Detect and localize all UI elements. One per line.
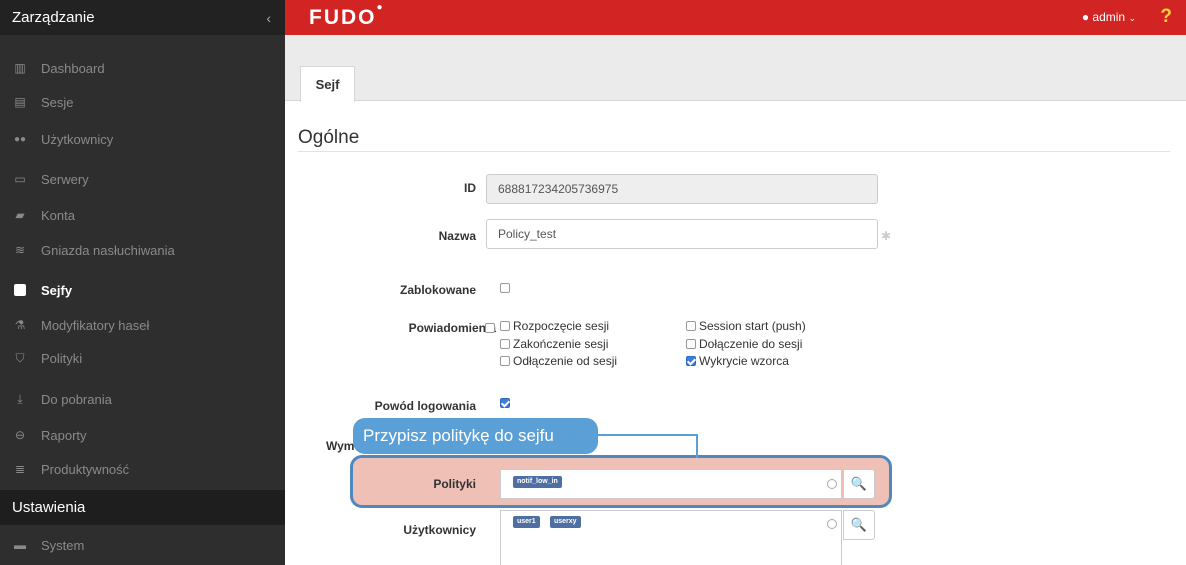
users-select[interactable]: user1 userxy <box>500 510 842 565</box>
downloads-icon: ⤓ <box>17 391 23 406</box>
dashboard-icon: ▥ <box>14 61 26 75</box>
notifications-label: Powiadomienia <box>408 321 496 335</box>
safes-icon <box>13 283 27 297</box>
folder-icon: ▬ <box>14 538 26 552</box>
notif-session-end[interactable]: Zakończenie sesji <box>500 337 608 351</box>
notif-session-join-checkbox[interactable] <box>686 339 696 349</box>
callout-connector <box>598 434 698 458</box>
sidebar-item-policies[interactable]: ⛉ Polityki <box>0 341 285 375</box>
name-input[interactable]: Policy_test <box>486 219 878 249</box>
notif-pattern-detected-checkbox[interactable] <box>686 356 696 366</box>
productivity-icon: ≣ <box>14 462 26 476</box>
sidebar-item-sessions[interactable]: ▤ Sesje <box>0 85 285 119</box>
sidebar-title: Zarządzanie <box>12 9 95 26</box>
notif-session-start-checkbox[interactable] <box>500 321 510 331</box>
collapse-sidebar-icon[interactable]: ‹ <box>266 10 271 26</box>
tab-safe[interactable]: Sejf <box>300 66 355 102</box>
policies-label: Polityki <box>433 477 476 491</box>
notif-session-disconnect[interactable]: Odłączenie od sesji <box>500 354 617 368</box>
policies-icon: ⛉ <box>15 350 25 365</box>
sidebar-item-listeners[interactable]: ≋ Gniazda nasłuchiwania <box>0 233 285 267</box>
fudo-logo[interactable]: FUDO ● <box>309 2 382 30</box>
user-name: admin <box>1092 10 1126 24</box>
sidebar: Zarządzanie ‹ ▥ Dashboard ▤ Sesje ●● Użytko… <box>0 0 285 565</box>
notif-session-disconnect-checkbox[interactable] <box>500 356 510 366</box>
callout: Przypisz politykę do sejfu <box>353 418 598 454</box>
sidebar-item-safes[interactable]: Sejfy <box>0 273 285 307</box>
login-reason-label: Powód logowania <box>374 399 476 413</box>
user-menu[interactable]: ● admin ⌄ <box>1082 10 1136 24</box>
section-title: Ogólne <box>298 127 360 148</box>
blocked-checkbox[interactable] <box>500 283 510 293</box>
policies-search-button[interactable]: 🔍 <box>843 469 875 499</box>
reports-icon: ⊖ <box>14 428 26 442</box>
magnifier-icon: 🔍 <box>850 476 868 491</box>
magnifier-icon: 🔍 <box>850 517 868 532</box>
password-changers-icon: ⚗ <box>14 318 26 332</box>
required-icon: ✱ <box>881 229 892 243</box>
users-search-button[interactable]: 🔍 <box>843 510 875 540</box>
login-reason-checkbox[interactable] <box>500 398 510 408</box>
id-field: 688817234205736975 <box>486 174 878 204</box>
blocked-label: Zablokowane <box>399 283 476 297</box>
chevron-down-icon: ⌄ <box>1128 13 1136 23</box>
sidebar-item-system[interactable]: ▬ System <box>0 528 285 562</box>
users-label: Użytkownicy <box>403 523 476 537</box>
sidebar-item-users[interactable]: ●● Użytkownicy <box>0 122 285 156</box>
sidebar-section-settings: Ustawienia <box>0 490 285 525</box>
sidebar-item-accounts[interactable]: ▰ Konta <box>0 198 285 232</box>
sidebar-item-reports[interactable]: ⊖ Raporty <box>0 418 285 452</box>
user-tag-1[interactable]: user1 <box>513 516 540 528</box>
id-label: ID <box>464 181 476 195</box>
policies-clear-icon[interactable] <box>827 479 837 489</box>
policy-tag[interactable]: notif_low_in <box>513 476 562 488</box>
sidebar-item-dashboard[interactable]: ▥ Dashboard <box>0 51 285 85</box>
partial-label: Wym <box>326 439 355 453</box>
name-label: Nazwa <box>438 229 476 243</box>
sidebar-item-servers[interactable]: ▭ Serwery <box>0 162 285 196</box>
servers-icon: ▭ <box>14 172 26 186</box>
sidebar-item-password-changers[interactable]: ⚗ Modyfikatory haseł <box>0 308 285 342</box>
notif-session-join[interactable]: Dołączenie do sesji <box>686 337 802 351</box>
notif-session-start-push-checkbox[interactable] <box>686 321 696 331</box>
accounts-icon: ▰ <box>15 208 25 222</box>
tab-bar: Sejf <box>285 35 1186 102</box>
users-clear-icon[interactable] <box>827 519 837 529</box>
top-bar: FUDO ● ● admin ⌄ ? <box>285 0 1186 35</box>
person-icon: ● <box>1081 10 1090 24</box>
sessions-icon: ▤ <box>14 95 26 109</box>
notif-session-start-push[interactable]: Session start (push) <box>686 319 806 333</box>
user-tag-2[interactable]: userxy <box>550 516 581 528</box>
policies-select[interactable]: notif_low_in <box>500 469 842 499</box>
notif-pattern-detected[interactable]: Wykrycie wzorca <box>686 354 789 368</box>
notif-session-end-checkbox[interactable] <box>500 339 510 349</box>
sidebar-item-productivity[interactable]: ≣ Produktywność <box>0 452 285 486</box>
sidebar-header: Zarządzanie ‹ <box>0 0 285 35</box>
users-icon: ●● <box>13 133 27 145</box>
notifications-all-checkbox[interactable] <box>485 323 495 333</box>
notif-session-start[interactable]: Rozpoczęcie sesji <box>500 319 609 333</box>
help-icon[interactable]: ? <box>1160 6 1172 28</box>
listeners-icon: ≋ <box>14 243 26 257</box>
sidebar-item-downloads[interactable]: ⤓ Do pobrania <box>0 382 285 416</box>
section-divider <box>298 151 1170 152</box>
